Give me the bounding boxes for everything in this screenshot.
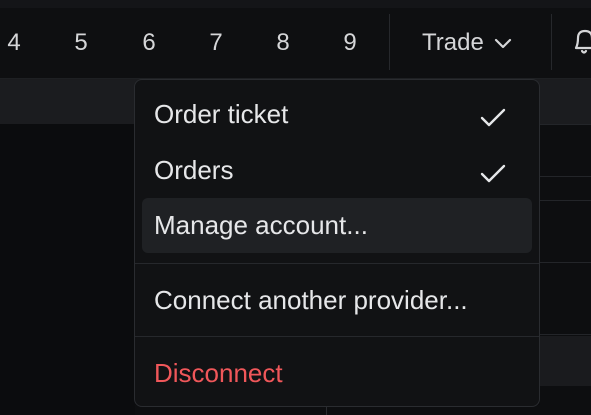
menu-item-label: Connect another provider... — [154, 284, 468, 315]
chevron-down-icon — [494, 37, 512, 49]
trade-dropdown-button[interactable]: Trade — [408, 8, 538, 78]
panel-row-divider — [540, 334, 591, 335]
check-icon — [480, 160, 506, 183]
menu-item-label: Manage account... — [154, 210, 368, 240]
menu-item-manage-account[interactable]: Manage account... — [142, 198, 532, 253]
timeframe-4[interactable]: 4 — [0, 8, 34, 78]
timeframe-6[interactable]: 6 — [129, 8, 169, 78]
chart-area-left — [0, 124, 135, 415]
menu-item-disconnect[interactable]: Disconnect — [142, 346, 532, 400]
menu-item-connect-provider[interactable]: Connect another provider... — [142, 272, 532, 328]
menu-divider — [135, 336, 539, 337]
menu-item-order-ticket[interactable]: Order ticket — [142, 88, 532, 140]
right-panel-highlight-row — [540, 336, 591, 386]
panel-row-divider — [540, 176, 591, 177]
toolbar-separator — [551, 14, 552, 70]
menu-item-orders[interactable]: Orders — [142, 144, 532, 196]
trade-dropdown-menu: Order ticket Orders Manage account... Co… — [134, 79, 540, 407]
app-window: 4 5 6 7 8 9 Trade Order ticket Orders Ma… — [0, 0, 591, 415]
panel-row-divider — [540, 124, 591, 125]
menu-item-label: Disconnect — [154, 357, 283, 388]
check-icon — [480, 104, 506, 127]
trade-label: Trade — [422, 29, 484, 56]
bell-icon[interactable] — [573, 26, 591, 60]
panel-row-divider — [540, 262, 591, 263]
timeframe-5[interactable]: 5 — [61, 8, 101, 78]
menu-item-label: Orders — [154, 154, 234, 185]
menu-item-label: Order ticket — [154, 98, 289, 129]
timeframe-8[interactable]: 8 — [263, 8, 303, 78]
panel-row-divider — [540, 200, 591, 201]
timeframe-7[interactable]: 7 — [196, 8, 236, 78]
menu-divider — [135, 263, 539, 264]
toolbar-separator — [389, 14, 390, 70]
timeframe-9[interactable]: 9 — [330, 8, 370, 78]
top-strip — [0, 0, 591, 8]
